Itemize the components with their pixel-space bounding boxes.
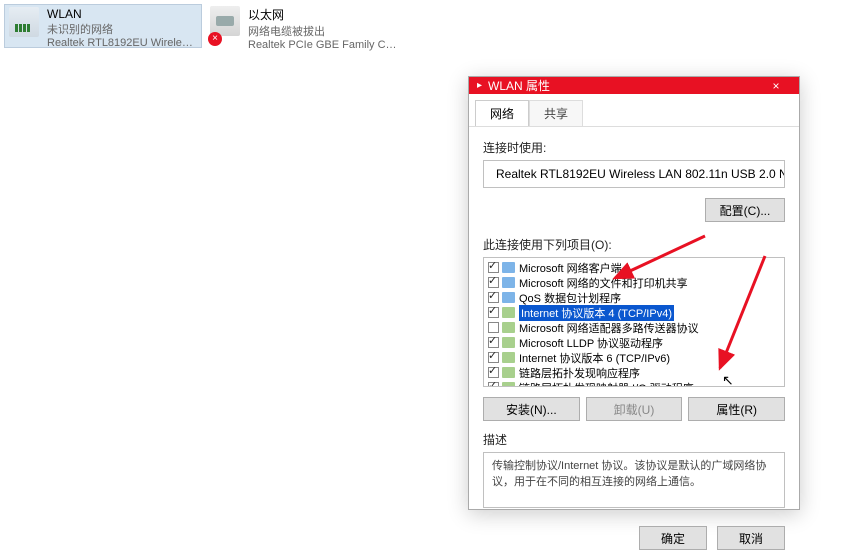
adapter-device: Realtek PCIe GBE Family Contr... xyxy=(248,39,400,51)
checkbox[interactable] xyxy=(488,337,499,348)
list-item[interactable]: Internet 协议版本 4 (TCP/IPv4) xyxy=(486,305,782,320)
protocol-icon xyxy=(502,367,515,378)
adapter-status: 网络电缆被拔出 xyxy=(248,23,400,39)
adapter-status: 未识别的网络 xyxy=(47,21,197,37)
list-item[interactable]: 链路层拓扑发现映射器 I/O 驱动程序 xyxy=(486,380,782,387)
protocol-icon xyxy=(502,322,515,333)
network-adapter-ethernet[interactable]: × 以太网 网络电缆被拔出 Realtek PCIe GBE Family Co… xyxy=(206,4,404,48)
checkbox[interactable] xyxy=(488,262,499,273)
adapter-device: Realtek RTL8192EU Wireless L... xyxy=(47,37,197,49)
network-adapter-list: WLAN 未识别的网络 Realtek RTL8192EU Wireless L… xyxy=(0,0,867,52)
adapter-title: WLAN xyxy=(47,7,197,21)
list-item-label: Microsoft 网络的文件和打印机共享 xyxy=(519,275,688,291)
list-item-label: Internet 协议版本 4 (TCP/IPv4) xyxy=(519,305,674,321)
list-item-label: Microsoft 网络适配器多路传送器协议 xyxy=(519,320,699,336)
ok-button[interactable]: 确定 xyxy=(639,526,707,550)
wifi-icon xyxy=(9,7,43,45)
ethernet-icon: × xyxy=(210,6,244,44)
connect-device-box: Realtek RTL8192EU Wireless LAN 802.11n U… xyxy=(483,160,785,188)
checkbox[interactable] xyxy=(488,292,499,303)
protocol-icon xyxy=(502,277,515,288)
dialog-tabs: 网络 共享 xyxy=(469,94,799,127)
cancel-button[interactable]: 取消 xyxy=(717,526,785,550)
protocol-icon xyxy=(502,337,515,348)
configure-button[interactable]: 配置(C)... xyxy=(705,198,785,222)
disconnected-icon: × xyxy=(208,32,222,46)
list-item-label: Microsoft 网络客户端 xyxy=(519,260,622,276)
list-item-label: 链路层拓扑发现响应程序 xyxy=(519,365,640,381)
list-item[interactable]: Internet 协议版本 6 (TCP/IPv6) xyxy=(486,350,782,365)
dialog-title: WLAN 属性 xyxy=(488,77,761,94)
description-label: 描述 xyxy=(483,431,785,448)
list-item[interactable]: Microsoft 网络客户端 xyxy=(486,260,782,275)
description-text: 传输控制协议/Internet 协议。该协议是默认的广域网络协议，用于在不同的相… xyxy=(483,452,785,508)
list-item-label: Microsoft LLDP 协议驱动程序 xyxy=(519,335,663,351)
checkbox[interactable] xyxy=(488,352,499,363)
properties-button[interactable]: 属性(R) xyxy=(688,397,785,421)
connect-device-name: Realtek RTL8192EU Wireless LAN 802.11n U… xyxy=(496,167,785,181)
list-item[interactable]: Microsoft 网络适配器多路传送器协议 xyxy=(486,320,782,335)
protocol-icon xyxy=(502,292,515,303)
checkbox[interactable] xyxy=(488,322,499,333)
protocol-icon xyxy=(502,382,515,387)
connection-items-list[interactable]: Microsoft 网络客户端Microsoft 网络的文件和打印机共享QoS … xyxy=(483,257,785,387)
checkbox[interactable] xyxy=(488,382,499,387)
close-icon[interactable]: × xyxy=(761,79,791,93)
list-item-label: QoS 数据包计划程序 xyxy=(519,290,621,306)
network-adapter-wlan[interactable]: WLAN 未识别的网络 Realtek RTL8192EU Wireless L… xyxy=(4,4,202,48)
protocol-icon xyxy=(502,307,515,318)
list-item-label: 链路层拓扑发现映射器 I/O 驱动程序 xyxy=(519,380,694,388)
list-item[interactable]: QoS 数据包计划程序 xyxy=(486,290,782,305)
list-item[interactable]: Microsoft LLDP 协议驱动程序 xyxy=(486,335,782,350)
adapter-title: 以太网 xyxy=(248,6,400,23)
protocol-icon xyxy=(502,262,515,273)
titlebar-icon: ▸ xyxy=(477,80,482,91)
list-item-label: Internet 协议版本 6 (TCP/IPv6) xyxy=(519,350,670,366)
checkbox[interactable] xyxy=(488,367,499,378)
uninstall-button[interactable]: 卸载(U) xyxy=(586,397,683,421)
dialog-titlebar[interactable]: ▸ WLAN 属性 × xyxy=(469,77,799,94)
list-item[interactable]: Microsoft 网络的文件和打印机共享 xyxy=(486,275,782,290)
tab-network[interactable]: 网络 xyxy=(475,100,529,126)
connect-using-label: 连接时使用: xyxy=(483,139,785,156)
wlan-properties-dialog: ▸ WLAN 属性 × 网络 共享 连接时使用: Realtek RTL8192… xyxy=(468,76,800,510)
protocol-icon xyxy=(502,352,515,363)
checkbox[interactable] xyxy=(488,307,499,318)
checkbox[interactable] xyxy=(488,277,499,288)
tab-share[interactable]: 共享 xyxy=(529,100,583,126)
install-button[interactable]: 安装(N)... xyxy=(483,397,580,421)
items-label: 此连接使用下列项目(O): xyxy=(483,236,785,253)
list-item[interactable]: 链路层拓扑发现响应程序 xyxy=(486,365,782,380)
